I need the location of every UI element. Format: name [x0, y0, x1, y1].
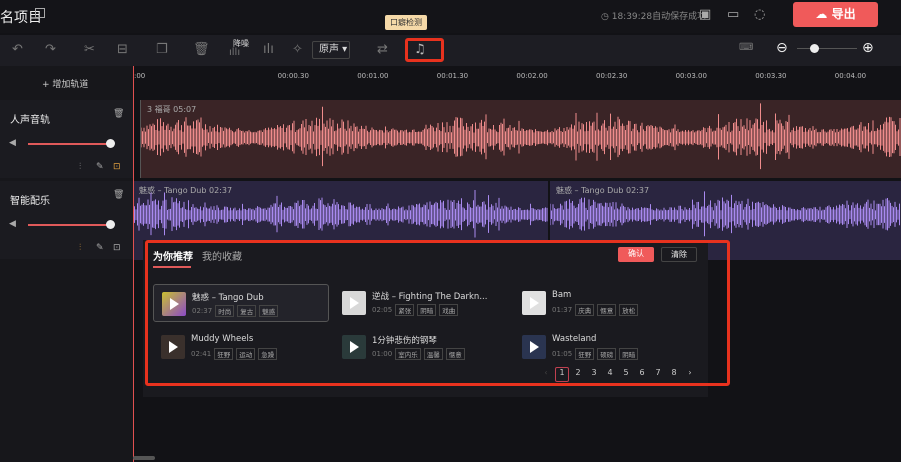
mic-icon[interactable]: ✎: [96, 243, 104, 253]
time-tick-label: 00:03.30: [755, 72, 787, 80]
voice-change-icon[interactable]: ⇄: [377, 42, 388, 57]
save-icon[interactable]: ▣: [699, 7, 711, 22]
horizontal-scrollbar[interactable]: [133, 456, 155, 460]
toolbar: [0, 35, 901, 66]
zoom-slider[interactable]: [797, 48, 857, 49]
voice-select[interactable]: 原声 ▾: [312, 41, 350, 59]
volume-slider[interactable]: [28, 224, 111, 226]
trash-icon[interactable]: 🗑: [113, 109, 124, 119]
fit-icon[interactable]: ⊡: [113, 162, 121, 172]
track-name: 人声音轨: [10, 115, 50, 126]
fit-icon[interactable]: ⊡: [113, 243, 121, 253]
zoom-in-icon[interactable]: ⊕: [862, 40, 874, 56]
export-label: 导出: [831, 7, 856, 21]
volume-handle[interactable]: [106, 220, 115, 229]
equalizer-icon[interactable]: ılı: [263, 42, 274, 57]
copy-icon[interactable]: ❐: [156, 42, 168, 57]
music-panel-highlight: [145, 240, 730, 386]
timeline-ruler[interactable]: :00 00:00.30 00:01.00 00:01.30 00:02.00 00:02…: [133, 66, 901, 96]
time-tick-label: 00:03.00: [675, 72, 707, 80]
add-track-button[interactable]: + 增加轨道: [42, 77, 88, 90]
export-button[interactable]: ☁ 导出: [793, 2, 878, 27]
undo-icon[interactable]: ↶: [12, 42, 23, 57]
vocal-waveform: [141, 103, 901, 170]
time-tick-label: 00:00.30: [277, 72, 309, 80]
effect-icon[interactable]: ✧: [292, 42, 303, 57]
vocal-clip[interactable]: 3 福哥 05:07: [140, 100, 901, 178]
trash-icon[interactable]: 🗑: [113, 190, 124, 200]
autosave-status: ◷ 18:39:28自动保存成功: [601, 12, 707, 22]
time-tick-label: 00:04.00: [834, 72, 867, 80]
denoise-icon[interactable]: ıllı: [229, 47, 240, 58]
cloud-upload-icon: ☁: [815, 7, 832, 21]
mixer-icon[interactable]: ⫶: [79, 243, 81, 253]
volume-icon[interactable]: ◀: [9, 219, 16, 229]
top-bar: [0, 0, 901, 33]
time-tick-label: 00:01.30: [436, 72, 469, 80]
time-tick-label: 00:02.00: [516, 72, 548, 80]
volume-slider[interactable]: [28, 143, 111, 145]
zoom-slider-handle[interactable]: [810, 44, 819, 53]
time-tick-label: 00:01.00: [357, 72, 389, 80]
time-tick-label: 00:02.30: [596, 72, 628, 80]
keyboard-icon[interactable]: ⌨: [739, 42, 753, 53]
volume-icon[interactable]: ◀: [9, 138, 16, 148]
time-tick-label: :00: [134, 72, 146, 80]
mic-icon[interactable]: ✎: [96, 162, 104, 172]
playhead[interactable]: [133, 66, 134, 462]
mixer-icon[interactable]: ⫶: [79, 162, 81, 172]
delete-icon[interactable]: 🗑: [193, 42, 210, 57]
help-icon[interactable]: ◌: [754, 7, 765, 22]
track-name: 智能配乐: [10, 196, 50, 207]
volume-handle[interactable]: [106, 139, 115, 148]
tooltip: 口癖检测: [385, 15, 427, 30]
redo-icon[interactable]: ↷: [45, 42, 56, 57]
split-icon[interactable]: ⊟: [117, 42, 128, 57]
filler-detect-icon[interactable]: ♫: [414, 42, 426, 57]
zoom-out-icon[interactable]: ⊖: [776, 40, 788, 56]
edit-icon[interactable]: ✎: [35, 8, 45, 18]
cut-icon[interactable]: ✂: [84, 42, 95, 57]
feedback-icon[interactable]: ▭: [727, 7, 739, 22]
